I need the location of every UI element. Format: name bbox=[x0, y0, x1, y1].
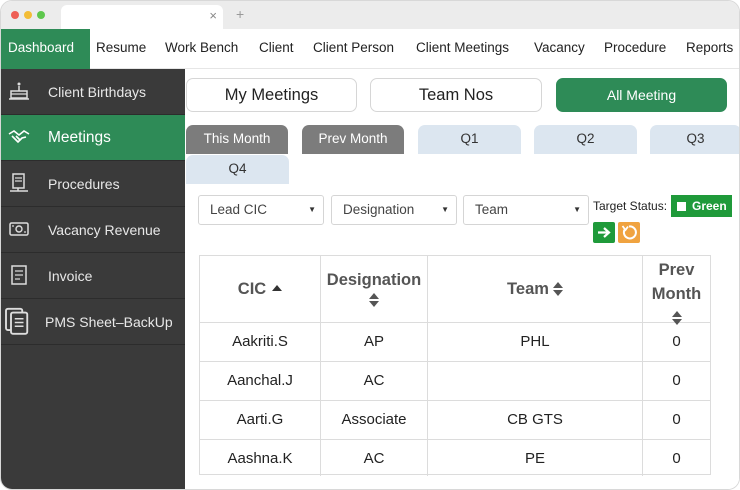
nav-work-bench[interactable]: Work Bench bbox=[165, 29, 238, 69]
nav-client-person[interactable]: Client Person bbox=[313, 29, 394, 69]
column-header-designation[interactable]: Designation bbox=[321, 256, 428, 322]
sidebar-item-procedures[interactable]: Procedures bbox=[1, 161, 185, 207]
go-button[interactable] bbox=[593, 222, 615, 243]
procedure-document-icon bbox=[10, 173, 28, 192]
designation-select-value: Designation bbox=[343, 202, 415, 217]
refresh-icon bbox=[621, 225, 637, 240]
tab-team-nos[interactable]: Team Nos bbox=[370, 78, 542, 112]
column-header-label: Team bbox=[507, 280, 549, 298]
nav-resume[interactable]: Resume bbox=[96, 29, 146, 69]
chevron-down-icon: ▼ bbox=[573, 205, 581, 214]
nav-reports[interactable]: Reports bbox=[686, 29, 733, 69]
cell-prev-month: 0 bbox=[672, 333, 681, 350]
period-prev-month[interactable]: Prev Month bbox=[302, 125, 404, 154]
sidebar-item-meetings[interactable]: Meetings bbox=[1, 115, 185, 161]
table-row[interactable]: Aakriti.S AP PHL 0 bbox=[200, 323, 710, 362]
cell-cic: Aashna.K bbox=[200, 440, 321, 476]
tab-all-meeting[interactable]: All Meeting bbox=[556, 78, 727, 112]
table-row[interactable]: Aarti.G Associate CB GTS 0 bbox=[200, 401, 710, 440]
team-select-value: Team bbox=[475, 202, 509, 217]
top-navigation: Dashboard Resume Work Bench Client Clien… bbox=[1, 29, 739, 69]
main-content: My Meetings Team Nos All Meeting This Mo… bbox=[185, 69, 739, 489]
close-window-button[interactable] bbox=[11, 11, 19, 19]
tab-my-meetings[interactable]: My Meetings bbox=[186, 78, 357, 112]
arrow-right-icon bbox=[598, 227, 611, 238]
browser-chrome: × + bbox=[1, 1, 739, 29]
reset-button[interactable] bbox=[618, 222, 640, 243]
sidebar-item-pms-sheet-backup[interactable]: PMS Sheet–BackUp bbox=[1, 299, 185, 345]
cell-team bbox=[428, 362, 643, 400]
chevron-down-icon: ▼ bbox=[308, 205, 316, 214]
column-header-label: CIC bbox=[237, 280, 267, 298]
nav-client-meetings[interactable]: Client Meetings bbox=[416, 29, 509, 69]
cell-cic: Aarti.G bbox=[200, 401, 321, 439]
browser-window: × + Dashboard Resume Work Bench Client C… bbox=[0, 0, 740, 490]
cell-prev-month: 0 bbox=[672, 372, 681, 389]
lead-cic-select[interactable]: Lead CIC ▼ bbox=[198, 195, 324, 225]
column-header-label: Prev Month bbox=[651, 261, 702, 303]
sidebar-item-invoice[interactable]: Invoice bbox=[1, 253, 185, 299]
table-row[interactable]: Aashna.K AC PE 0 bbox=[200, 440, 710, 476]
cake-icon bbox=[9, 82, 29, 100]
nav-procedure[interactable]: Procedure bbox=[604, 29, 666, 69]
checkbox-icon bbox=[677, 202, 686, 211]
cell-team: PHL bbox=[428, 323, 643, 361]
nav-client[interactable]: Client bbox=[259, 29, 294, 69]
handshake-icon bbox=[8, 130, 30, 144]
sidebar-item-label: Vacancy Revenue bbox=[48, 222, 161, 238]
nav-dashboard[interactable]: Dashboard bbox=[1, 29, 90, 69]
meetings-panel: Lead CIC ▼ Designation ▼ Team ▼ Target S… bbox=[185, 184, 739, 489]
sidebar-item-label: Meetings bbox=[48, 129, 111, 146]
maximize-window-button[interactable] bbox=[37, 11, 45, 19]
sort-icon bbox=[369, 293, 379, 307]
sidebar-item-label: PMS Sheet–BackUp bbox=[45, 314, 173, 330]
money-icon bbox=[9, 222, 29, 236]
target-status-value: Green bbox=[692, 199, 727, 213]
period-q2[interactable]: Q2 bbox=[534, 125, 637, 154]
meetings-table: CIC Designation Team Prev Month Aakriti.… bbox=[199, 255, 711, 476]
period-q3[interactable]: Q3 bbox=[650, 125, 739, 154]
column-header-team[interactable]: Team bbox=[428, 256, 643, 322]
sidebar-item-label: Client Birthdays bbox=[48, 84, 147, 100]
period-this-month[interactable]: This Month bbox=[186, 125, 288, 154]
cell-designation: AC bbox=[321, 362, 428, 400]
target-status-label: Target Status: bbox=[593, 199, 668, 213]
chevron-down-icon: ▼ bbox=[441, 205, 449, 214]
lead-cic-select-value: Lead CIC bbox=[210, 202, 268, 217]
designation-select[interactable]: Designation ▼ bbox=[331, 195, 457, 225]
sidebar: Client Birthdays Meetings Procedures Vac… bbox=[1, 69, 185, 489]
cell-prev-month: 0 bbox=[672, 450, 681, 467]
cell-team: CB GTS bbox=[428, 401, 643, 439]
table-header-row: CIC Designation Team Prev Month bbox=[200, 256, 710, 325]
cell-designation: Associate bbox=[321, 401, 428, 439]
column-header-label: Designation bbox=[326, 271, 422, 289]
period-q4[interactable]: Q4 bbox=[186, 155, 289, 184]
team-select[interactable]: Team ▼ bbox=[463, 195, 589, 225]
sort-ascending-icon bbox=[272, 285, 283, 291]
sidebar-item-label: Procedures bbox=[48, 176, 120, 192]
table-row[interactable]: Aanchal.J AC 0 bbox=[200, 362, 710, 401]
period-q1[interactable]: Q1 bbox=[418, 125, 521, 154]
target-status-badge[interactable]: Green bbox=[671, 195, 732, 217]
cell-team: PE bbox=[428, 440, 643, 476]
cell-cic: Aakriti.S bbox=[200, 323, 321, 361]
browser-tab[interactable]: × bbox=[61, 5, 223, 29]
column-header-prev-month[interactable]: Prev Month bbox=[643, 256, 710, 325]
sidebar-item-label: Invoice bbox=[48, 268, 93, 284]
sidebar-item-client-birthdays[interactable]: Client Birthdays bbox=[1, 69, 185, 115]
tab-close-icon[interactable]: × bbox=[209, 9, 217, 23]
sort-icon bbox=[552, 282, 563, 296]
invoice-icon bbox=[11, 265, 27, 285]
cell-designation: AC bbox=[321, 440, 428, 476]
minimize-window-button[interactable] bbox=[24, 11, 32, 19]
cell-designation: AP bbox=[321, 323, 428, 361]
new-tab-icon[interactable]: + bbox=[236, 7, 244, 21]
cell-prev-month: 0 bbox=[672, 411, 681, 428]
cell-cic: Aanchal.J bbox=[200, 362, 321, 400]
sidebar-item-vacancy-revenue[interactable]: Vacancy Revenue bbox=[1, 207, 185, 253]
documents-icon bbox=[5, 307, 29, 335]
column-header-cic[interactable]: CIC bbox=[200, 256, 321, 322]
nav-vacancy[interactable]: Vacancy bbox=[534, 29, 585, 69]
